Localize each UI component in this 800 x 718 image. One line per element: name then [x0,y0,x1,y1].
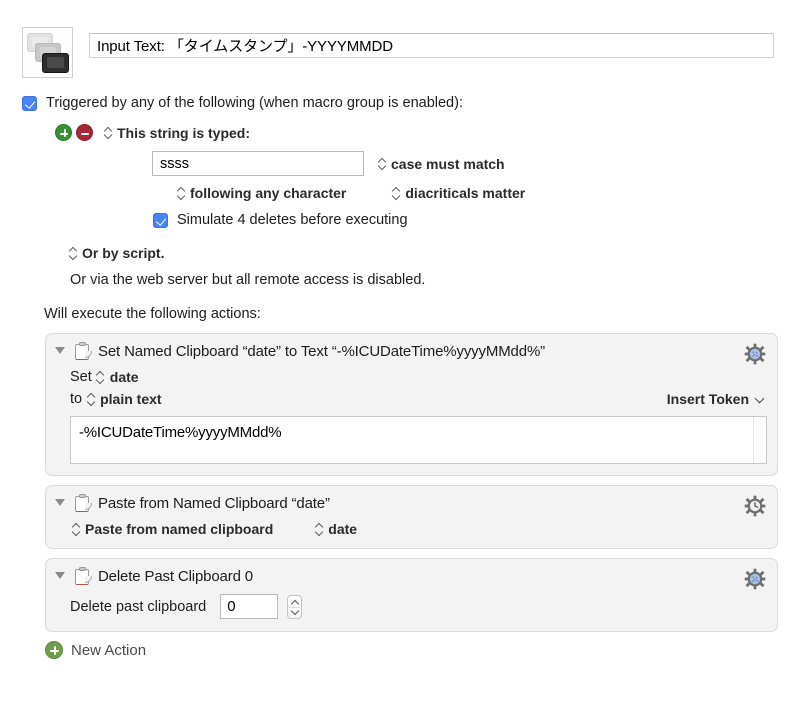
minus-circle-icon[interactable] [76,124,93,141]
or-by-script-popup[interactable]: Or by script. [82,245,164,261]
case-match-popup[interactable]: case must match [391,156,505,172]
chevron-updown-icon[interactable] [97,370,106,385]
macro-title-input[interactable]: Input Text: 「タイムスタンプ」-YYYYMMDD [89,33,774,58]
clipboard-icon [75,567,92,586]
macro-header: Input Text: 「タイムスタンプ」-YYYYMMDD [0,0,800,78]
or-by-script-row: Or by script. [69,245,800,261]
chevron-updown-icon[interactable] [104,125,113,140]
to-group: to plain text [70,391,162,407]
simulate-deletes-row[interactable]: Simulate 4 deletes before executing [153,212,800,228]
diacriticals-popup[interactable]: diacriticals matter [405,185,525,201]
action-title: Set Named Clipboard “date” to Text “-%IC… [98,343,545,360]
token-text-area[interactable]: -%ICUDateTime%yyyyMMdd% [70,416,767,464]
action-header[interactable]: Paste from Named Clipboard “date” [46,486,777,519]
clipboard-name-popup[interactable]: date [110,369,139,385]
token-text-value: -%ICUDateTime%yyyyMMdd% [79,424,282,441]
gear-clock-icon[interactable] [744,495,766,517]
gear-icon[interactable] [744,343,766,365]
action-body: Delete past clipboard 0 [46,594,777,631]
disclosure-triangle-icon[interactable] [55,498,66,509]
text-format-popup[interactable]: plain text [100,391,161,407]
new-action-button[interactable]: New Action [45,641,800,659]
chevron-down-icon [756,395,765,404]
trigger-type-row: This string is typed: [55,124,800,141]
chevron-updown-icon[interactable] [69,246,78,261]
to-row: to plain text Insert Token [70,391,767,407]
action-title: Delete Past Clipboard 0 [98,568,253,585]
trigger-options-row: following any character diacriticals mat… [177,185,800,201]
chevron-updown-icon[interactable] [315,522,324,537]
paste-mode-row: Paste from named clipboard date [70,521,767,537]
to-label: to [70,391,83,407]
action-header[interactable]: Set Named Clipboard “date” to Text “-%IC… [46,334,777,367]
triggered-by-row[interactable]: Triggered by any of the following (when … [22,95,800,111]
action-body: Paste from named clipboard date [46,521,777,548]
action-header[interactable]: Delete Past Clipboard 0 [46,559,777,592]
disclosure-triangle-icon[interactable] [55,346,66,357]
action-set-named-clipboard[interactable]: Set Named Clipboard “date” to Text “-%IC… [45,333,778,476]
typed-string-input[interactable]: ssss [152,151,364,176]
triggered-by-label: Triggered by any of the following (when … [46,95,463,111]
disclosure-triangle-icon[interactable] [55,571,66,582]
actions-header: Will execute the following actions: [44,306,261,322]
insert-token-label: Insert Token [666,391,749,407]
trigger-section: Triggered by any of the following (when … [0,95,800,322]
new-action-label: New Action [71,641,147,659]
macro-stack-icon [22,27,73,78]
trigger-type-popup[interactable]: This string is typed: [117,125,250,141]
actions-list: Set Named Clipboard “date” to Text “-%IC… [0,333,800,632]
following-character-popup[interactable]: following any character [190,185,346,201]
gear-icon[interactable] [744,568,766,590]
action-delete-past-clipboard[interactable]: Delete Past Clipboard 0 Delete past clip… [45,558,778,632]
chevron-updown-icon[interactable] [378,156,387,171]
insert-token-button[interactable]: Insert Token [667,391,765,407]
typed-string-row: ssss case must match [152,151,800,176]
chevron-updown-icon[interactable] [392,186,401,201]
delete-past-clipboard-label: Delete past clipboard [70,598,207,615]
chevron-updown-icon[interactable] [87,392,96,407]
chevron-updown-icon[interactable] [72,522,81,537]
set-label: Set [70,369,92,385]
vertical-scrollbar[interactable] [753,417,766,463]
set-row: Set date [70,369,767,385]
quantity-stepper[interactable] [287,594,303,619]
action-body: Set date to plain text Insert Token -%IC… [46,369,777,475]
action-title: Paste from Named Clipboard “date” [98,495,330,512]
simulate-deletes-label: Simulate 4 deletes before executing [177,212,408,228]
action-paste-named-clipboard[interactable]: Paste from Named Clipboard “date” Paste … [45,485,778,549]
clipboard-name-popup[interactable]: date [328,521,357,537]
web-server-note: Or via the web server but all remote acc… [70,272,426,288]
triggered-by-checkbox[interactable] [22,95,37,111]
chevron-updown-icon[interactable] [177,186,186,201]
paste-mode-popup[interactable]: Paste from named clipboard [85,521,273,537]
delete-past-clipboard-input[interactable]: 0 [220,594,279,619]
simulate-deletes-checkbox[interactable] [153,212,168,228]
delete-past-clipboard-row: Delete past clipboard 0 [70,594,767,619]
plus-circle-icon [45,641,63,659]
clipboard-icon [75,494,92,513]
plus-circle-icon[interactable] [55,124,72,141]
clipboard-icon [75,342,92,361]
